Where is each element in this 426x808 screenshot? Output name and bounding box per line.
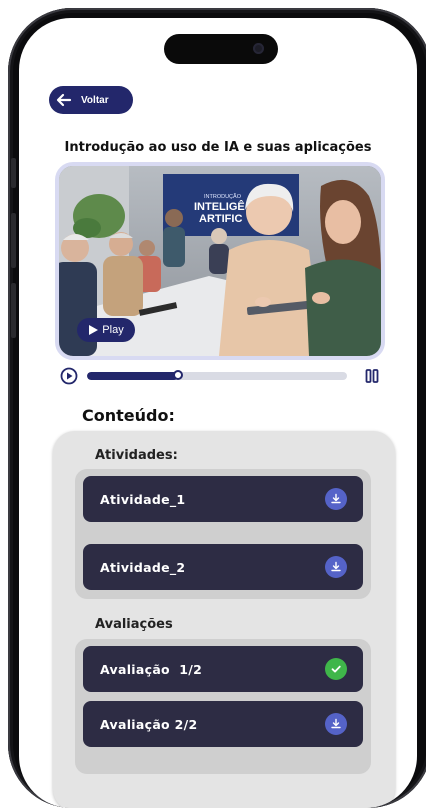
volume-down-button	[11, 283, 16, 338]
evaluation-item-label: Avaliação 1/2	[100, 661, 203, 677]
arrow-left-icon	[51, 87, 77, 113]
progress-bar[interactable]	[87, 372, 347, 380]
phone-screen: Voltar Introdução ao uso de IA e suas ap…	[19, 18, 417, 808]
evaluations-label: Avaliações	[95, 617, 173, 632]
download-icon[interactable]	[325, 488, 347, 510]
activity-item-1[interactable]: Atividade_1	[83, 476, 363, 522]
lesson-title: Introdução ao uso de IA e suas aplicaçõe…	[64, 140, 372, 155]
download-icon[interactable]	[325, 556, 347, 578]
play-circle-icon[interactable]	[59, 366, 79, 386]
dynamic-island	[164, 34, 278, 64]
volume-up-button	[11, 213, 16, 268]
evaluation-item-2[interactable]: Avaliação 2/2	[83, 701, 363, 747]
content-title: Conteúdo:	[82, 406, 175, 425]
activities-label: Atividades:	[95, 448, 178, 463]
play-icon	[89, 325, 99, 335]
video-player[interactable]: INTRODUÇÃO INTELIGÊ ARTIFIC Play	[55, 162, 385, 360]
screen-text-3: ARTIFIC	[199, 213, 242, 225]
play-button[interactable]: Play	[77, 318, 135, 342]
screen-text-2: INTELIGÊ	[194, 200, 245, 213]
content-panel: Atividades: Atividade_1 Atividade_2 Aval…	[53, 431, 395, 808]
evaluation-item-1[interactable]: Avaliação 1/2	[83, 646, 363, 692]
screen-text-1: INTRODUÇÃO	[204, 193, 242, 200]
progress-fill	[87, 372, 178, 380]
video-controls	[59, 366, 389, 386]
activity-item-2[interactable]: Atividade_2	[83, 544, 363, 590]
back-button[interactable]: Voltar	[49, 86, 133, 114]
activity-item-label: Atividade_2	[100, 559, 186, 575]
side-button	[11, 158, 16, 188]
evaluation-item-label: Avaliação 2/2	[100, 716, 198, 732]
check-icon	[325, 658, 347, 680]
progress-knob[interactable]	[173, 370, 183, 380]
camera-icon	[253, 43, 264, 54]
download-icon[interactable]	[325, 713, 347, 735]
activity-item-label: Atividade_1	[100, 491, 186, 507]
pause-icon[interactable]	[365, 369, 379, 383]
play-button-label: Play	[102, 324, 124, 336]
back-button-label: Voltar	[81, 94, 109, 106]
